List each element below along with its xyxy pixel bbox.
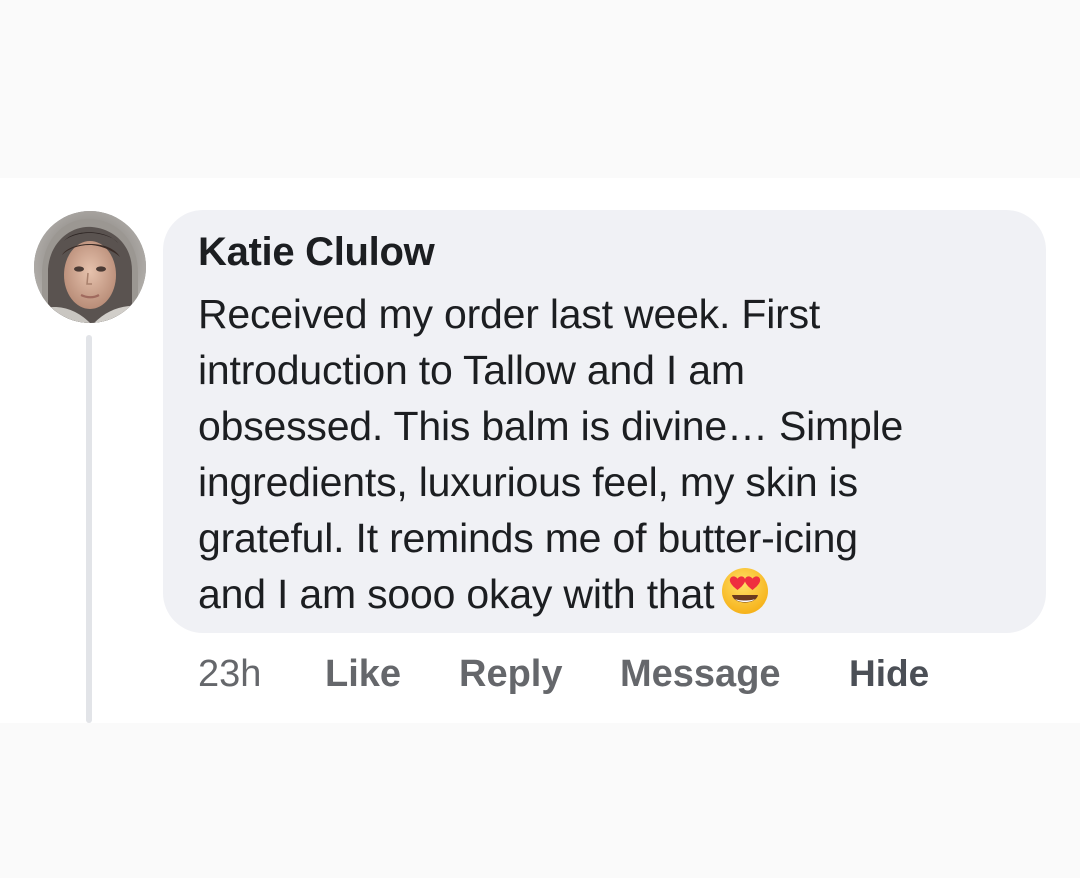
like-button[interactable]: Like xyxy=(325,653,401,703)
comment-text-line: and I am sooo okay with that xyxy=(198,571,715,617)
comment-text: Received my order last week. First intro… xyxy=(198,286,998,630)
comment-text-line: grateful. It reminds me of butter-icing xyxy=(198,515,858,561)
comment-bubble[interactable]: Katie Clulow Received my order last week… xyxy=(163,210,1046,633)
comment-author-name[interactable]: Katie Clulow xyxy=(198,230,435,275)
comment-text-line: introduction to Tallow and I am xyxy=(198,347,745,393)
top-background-band xyxy=(0,0,1080,178)
bottom-background-band xyxy=(0,723,1080,878)
comment-text-line: obsessed. This balm is divine… Simple xyxy=(198,403,904,449)
hide-button[interactable]: Hide xyxy=(849,653,929,703)
message-button[interactable]: Message xyxy=(620,653,781,703)
comment-timestamp: 23h xyxy=(198,653,262,695)
profile-photo-avatar xyxy=(34,211,146,323)
avatar[interactable] xyxy=(34,211,146,323)
comment-text-last-line: and I am sooo okay with that xyxy=(198,566,998,630)
comment-text-line: ingredients, luxurious feel, my skin is xyxy=(198,459,858,505)
reply-button[interactable]: Reply xyxy=(459,653,562,703)
thread-line xyxy=(86,335,92,723)
smiling-face-with-heart-eyes-icon xyxy=(720,566,770,630)
comment-text-line: Received my order last week. First xyxy=(198,291,821,337)
